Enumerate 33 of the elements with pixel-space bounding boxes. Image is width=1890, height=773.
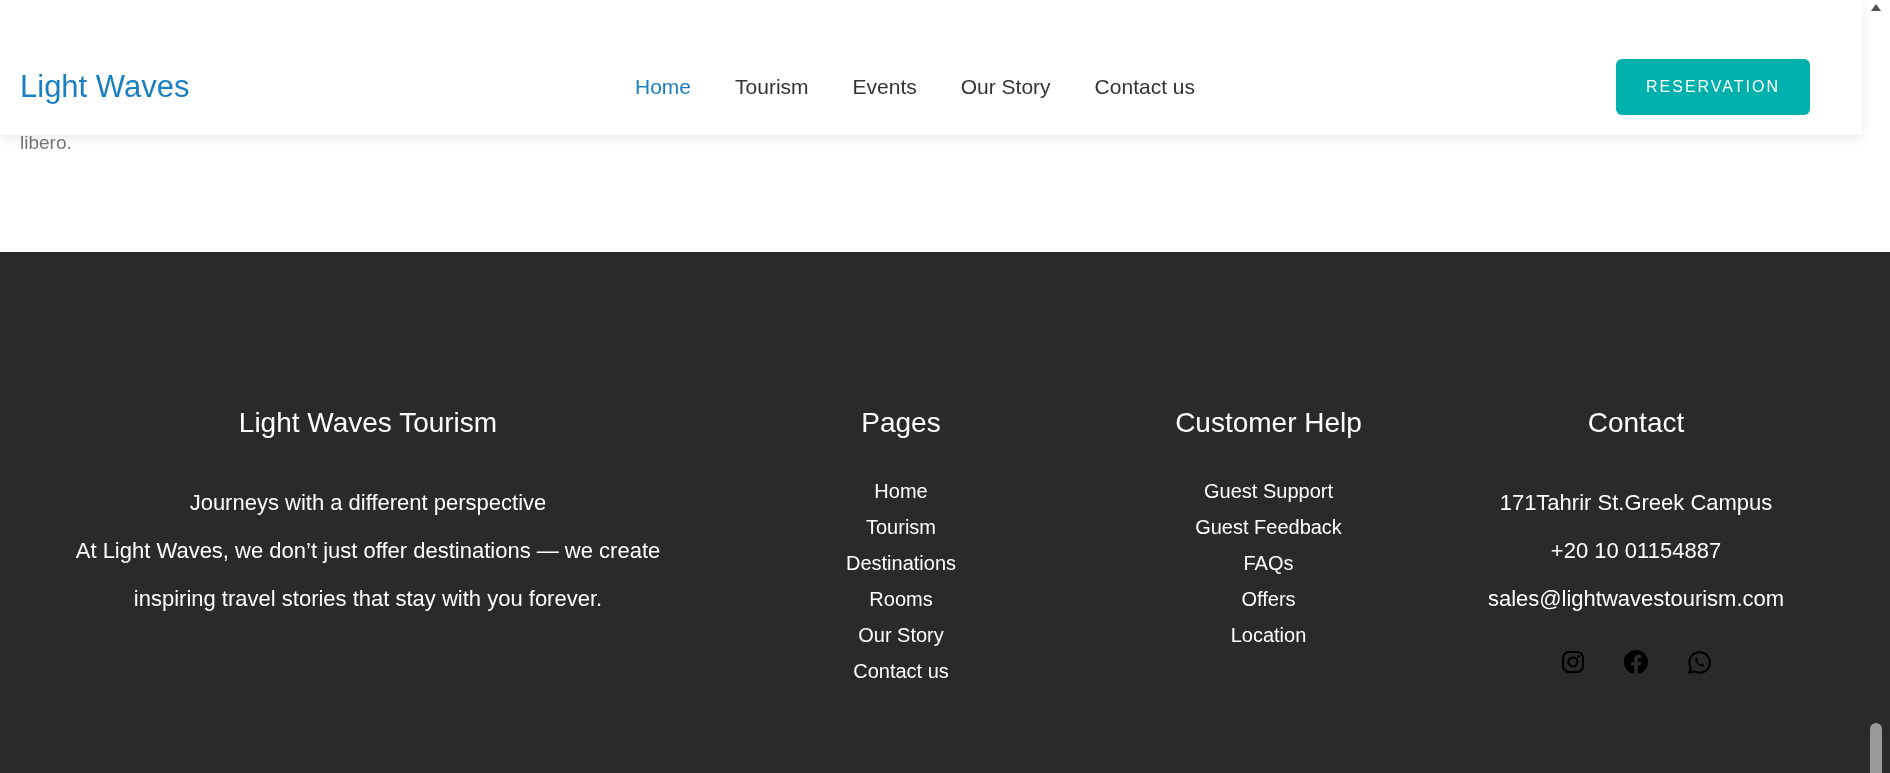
footer-heading: Light Waves Tourism	[238, 407, 498, 439]
footer-link[interactable]: Home	[874, 473, 928, 509]
facebook-icon[interactable]	[1622, 649, 1649, 675]
footer-link[interactable]: Guest Support	[1204, 473, 1333, 509]
nav-link[interactable]: Home	[635, 74, 692, 99]
contact-text: sales@lightwavestourism.com	[1487, 585, 1785, 613]
body-text: libero.	[20, 132, 72, 154]
footer-heading: Pages	[861, 407, 941, 439]
footer-link[interactable]: Offers	[1241, 581, 1296, 617]
instagram-icon[interactable]	[1560, 650, 1585, 674]
footer-link[interactable]: Contact us	[853, 653, 949, 689]
nav-link[interactable]: Contact us	[1094, 74, 1195, 99]
footer-link[interactable]: FAQs	[1243, 545, 1294, 581]
footer-link[interactable]: Rooms	[869, 581, 933, 617]
site-logo[interactable]: Light Waves	[20, 68, 190, 105]
footer-text: inspiring travel stories that stay with you forever.	[132, 585, 604, 613]
nav-link[interactable]: Tourism	[735, 74, 809, 99]
footer-link[interactable]: Destinations	[845, 545, 957, 581]
footer-link[interactable]: Our Story	[858, 617, 944, 653]
footer-text: At Light Waves, we don’t just offer destinations — we create	[75, 537, 661, 565]
scrollbar-thumb[interactable]	[1870, 723, 1882, 773]
footer-heading: Customer Help	[1175, 407, 1362, 439]
nav-link[interactable]: Our Story	[960, 74, 1051, 99]
contact-text: 171Tahrir St.Greek Campus	[1498, 489, 1774, 517]
footer-text: Journeys with a different perspective	[188, 489, 548, 517]
footer-link[interactable]: Location	[1230, 617, 1307, 653]
footer-link[interactable]: Guest Feedback	[1195, 509, 1342, 545]
contact-text: +20 10 01154887	[1549, 537, 1723, 565]
whatsapp-icon[interactable]	[1686, 649, 1712, 675]
footer-link[interactable]: Tourism	[866, 509, 936, 545]
nav-link[interactable]: Events	[852, 74, 917, 99]
scroll-up-icon[interactable]	[1871, 4, 1881, 11]
footer-heading: Contact	[1587, 407, 1685, 439]
